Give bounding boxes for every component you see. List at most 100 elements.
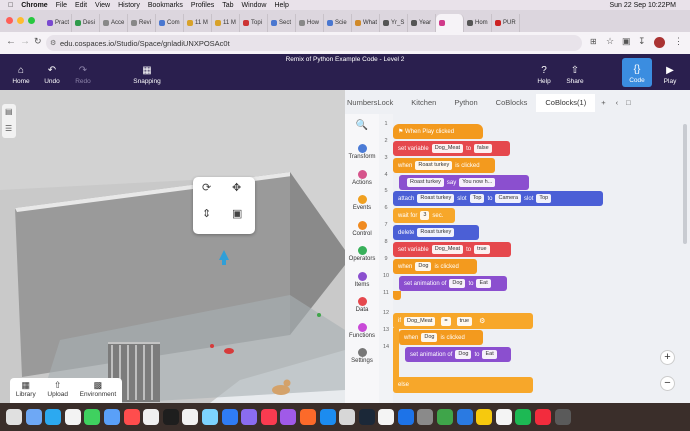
dock-app-icon[interactable] — [64, 409, 81, 425]
dock-app-icon[interactable] — [162, 409, 179, 425]
value-field[interactable]: true — [474, 245, 490, 254]
browser-tab[interactable]: Hom — [464, 14, 492, 32]
category-items[interactable]: Items — [345, 271, 379, 296]
dock-app-icon[interactable] — [45, 409, 62, 425]
value-field[interactable]: true — [456, 316, 473, 326]
dock-app-icon[interactable] — [103, 409, 120, 425]
list-icon[interactable]: ☰ — [5, 124, 12, 133]
category-settings[interactable]: Settings — [345, 348, 379, 372]
site-info-icon[interactable]: ⚙ — [50, 39, 56, 47]
block-delete[interactable]: delete Roast turkey — [393, 225, 479, 240]
play-button[interactable]: ▶ Play — [655, 66, 685, 86]
menu-edit[interactable]: Edit — [75, 2, 87, 9]
dock-app-icon[interactable] — [535, 409, 552, 425]
avatar[interactable] — [654, 37, 665, 48]
maximize-window-icon[interactable] — [28, 17, 35, 24]
dock-app-icon[interactable] — [339, 409, 356, 425]
block-set-animation[interactable]: set animation of Dog to Eat — [399, 276, 507, 291]
object-field[interactable]: Dog — [421, 333, 438, 342]
object-field[interactable]: Dog — [415, 262, 432, 271]
category-transform[interactable]: Transform — [345, 144, 379, 168]
browser-menu-icon[interactable]: ⋮ — [674, 36, 683, 47]
upload-button[interactable]: ⇧ Upload — [47, 378, 68, 403]
dock-app-icon[interactable] — [515, 409, 532, 425]
back-icon[interactable]: ← — [6, 36, 16, 47]
dock-app-icon[interactable] — [143, 409, 160, 425]
tab-coblocks[interactable]: CoBlocks — [487, 94, 537, 112]
block-when-play-clicked[interactable]: ⚑ When Play clicked — [393, 124, 483, 139]
block-set-variable[interactable]: set variable Dog_Meat to false — [393, 141, 510, 156]
browser-tab[interactable]: 11 M — [212, 14, 240, 32]
lift-icon[interactable]: ⇕ — [202, 207, 211, 220]
dock-app-icon[interactable] — [241, 409, 258, 425]
redo-button[interactable]: ↷ Redo — [68, 66, 98, 86]
category-functions[interactable]: Functions — [345, 322, 379, 347]
dock-app-icon[interactable] — [123, 409, 140, 425]
object-field[interactable]: Roast turkey — [407, 178, 444, 187]
browser-tab[interactable]: What — [352, 14, 380, 32]
browser-tab[interactable]: Com — [156, 14, 184, 32]
snapping-button[interactable]: ▦ Snapping — [132, 66, 162, 86]
variable-field[interactable]: Dog_Meat — [431, 245, 464, 254]
bookmark-star-icon[interactable]: ☆ — [606, 36, 614, 47]
slot-field[interactable]: Top — [469, 194, 485, 203]
drag-icon[interactable]: ✥ — [232, 181, 241, 194]
tab-numberslock[interactable]: NumbersLock — [345, 94, 402, 112]
browser-tab[interactable]: Pract — [44, 14, 72, 32]
dock-app-icon[interactable] — [25, 409, 42, 425]
dock-app-icon[interactable] — [260, 409, 277, 425]
add-tab-button[interactable]: + — [595, 94, 611, 112]
menu-profiles[interactable]: Profiles — [191, 2, 214, 9]
undo-button[interactable]: ↶ Undo — [37, 66, 67, 86]
collapse-panel-icon[interactable]: ‹ — [612, 94, 623, 112]
category-control[interactable]: Control — [345, 220, 379, 245]
target-field[interactable]: Camera — [495, 194, 522, 203]
object-field[interactable]: Dog — [455, 350, 472, 359]
browser-tab[interactable]: Desi — [72, 14, 100, 32]
minimize-window-icon[interactable] — [17, 17, 24, 24]
animation-field[interactable]: Eat — [482, 350, 497, 359]
dock-app-icon[interactable] — [84, 409, 101, 425]
object-field[interactable]: Roast turkey — [417, 228, 455, 237]
zoom-in-button[interactable]: + — [660, 350, 675, 365]
browser-tab[interactable]: Acce — [100, 14, 128, 32]
share-button[interactable]: ⇧ Share — [560, 66, 590, 86]
animation-field[interactable]: Eat — [476, 279, 491, 288]
dock-app-icon[interactable] — [456, 409, 473, 425]
object-field[interactable]: Roast turkey — [417, 194, 455, 203]
help-button[interactable]: ? Help — [529, 66, 559, 86]
search-category[interactable]: 🔍 — [345, 114, 379, 142]
browser-tab[interactable]: Yr_S — [380, 14, 408, 32]
menu-history[interactable]: History — [118, 2, 140, 9]
category-actions[interactable]: Actions — [345, 169, 379, 194]
say-text-field[interactable]: You now h... — [459, 178, 496, 187]
dock-app-icon[interactable] — [6, 409, 22, 425]
browser-tab[interactable]: PUR — [492, 14, 520, 32]
browser-tab[interactable]: Sect — [268, 14, 296, 32]
blocks-canvas[interactable]: ⚑ When Play clicked set variable Dog_Meat… — [393, 114, 680, 403]
apple-icon[interactable]:  — [8, 2, 13, 9]
browser-tab[interactable]: Scie — [324, 14, 352, 32]
block-when-clicked[interactable]: when Dog is clicked — [399, 330, 483, 345]
block-attach[interactable]: attach Roast turkey slot Top to Camera slot Top — [393, 191, 603, 206]
browser-tab[interactable]: Year — [408, 14, 436, 32]
menu-file[interactable]: File — [56, 2, 67, 9]
dock-app-icon[interactable] — [378, 409, 395, 425]
browser-tab[interactable]: Topi — [240, 14, 268, 32]
menu-bookmarks[interactable]: Bookmarks — [148, 2, 183, 9]
trash-icon[interactable] — [554, 409, 571, 425]
dock-app-icon[interactable] — [221, 409, 238, 425]
rotate-icon[interactable]: ⟳ — [202, 181, 211, 194]
clock[interactable]: Sun 22 Sep 10:22PM — [609, 2, 676, 9]
environment-button[interactable]: ▩ Environment — [80, 378, 117, 403]
object-field[interactable]: Dog — [449, 279, 466, 288]
dock-app-icon[interactable] — [495, 409, 512, 425]
dock-app-icon[interactable] — [299, 409, 316, 425]
block-when-clicked[interactable]: when Dog is clicked — [393, 259, 477, 274]
block-set-variable[interactable]: set variable Dog_Meat to true — [393, 242, 511, 257]
close-window-icon[interactable] — [6, 17, 13, 24]
extensions-icon[interactable]: ▣ — [622, 36, 631, 47]
scale-icon[interactable]: ▣ — [232, 207, 242, 220]
tab-kitchen[interactable]: Kitchen — [402, 94, 445, 112]
browser-tab[interactable] — [436, 14, 464, 32]
